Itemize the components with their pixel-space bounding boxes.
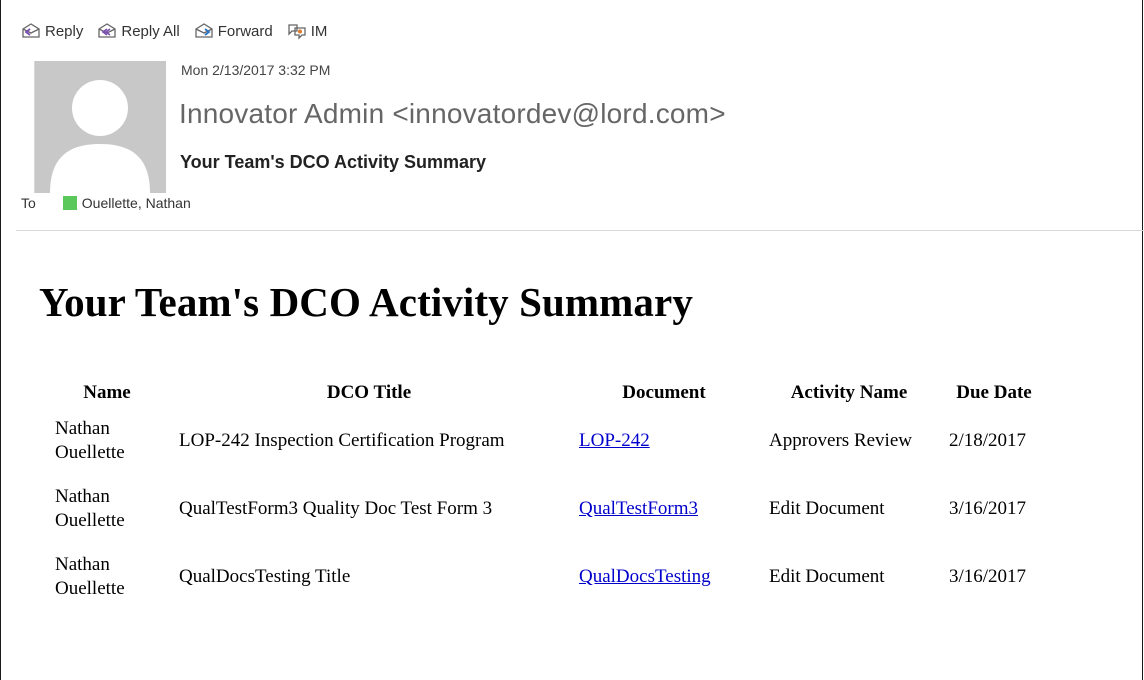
reply-all-icon	[98, 23, 117, 38]
document-link[interactable]: LOP-242	[579, 430, 650, 451]
cell-name: Nathan Ouellette	[55, 554, 125, 599]
cell-due-date: 2/18/2017	[949, 430, 1027, 451]
cell-dco-title: QualDocsTesting Title	[179, 566, 351, 587]
person-placeholder-icon	[50, 80, 150, 193]
sender-avatar	[25, 61, 166, 193]
cell-activity-name: Edit Document	[769, 566, 885, 587]
recipients-row: To Ouellette, Nathan	[21, 195, 191, 211]
reply-icon	[22, 23, 40, 38]
cell-activity-name: Edit Document	[769, 498, 885, 519]
reply-label: Reply	[45, 22, 84, 40]
table-row: Nathan Ouellette LOP-242 Inspection Cert…	[45, 412, 1049, 480]
email-reading-pane: Reply Reply All Forward IM Mon 2/13/2017…	[0, 0, 1144, 680]
instant-message-icon	[288, 24, 306, 40]
cell-dco-title: LOP-242 Inspection Certification Program	[179, 430, 505, 451]
header-divider	[16, 230, 1144, 231]
cell-due-date: 3/16/2017	[949, 566, 1027, 587]
cell-dco-title: QualTestForm3 Quality Doc Test Form 3	[179, 498, 493, 519]
message-toolbar: Reply Reply All Forward IM	[21, 18, 341, 44]
im-button[interactable]: IM	[287, 22, 328, 40]
cell-name: Nathan Ouellette	[55, 486, 125, 531]
column-header-activity-name: Activity Name	[790, 382, 908, 403]
sent-date: Mon 2/13/2017 3:32 PM	[181, 62, 331, 78]
column-header-dco-title: DCO Title	[326, 382, 412, 403]
reply-button[interactable]: Reply	[21, 23, 83, 40]
reply-all-button[interactable]: Reply All	[97, 22, 180, 40]
forward-button[interactable]: Forward	[194, 23, 273, 40]
reply-all-label: Reply All	[121, 22, 180, 40]
activity-table: Name DCO Title Document Activity Name Du…	[45, 372, 1049, 616]
im-label: IM	[310, 22, 328, 40]
message-subject: Your Team's DCO Activity Summary	[180, 152, 487, 172]
column-header-document: Document	[622, 382, 706, 403]
presence-status-icon	[62, 196, 77, 210]
column-header-name: Name	[83, 382, 131, 403]
column-header-due-date: Due Date	[956, 382, 1032, 403]
email-body-title: Your Team's DCO Activity Summary	[39, 279, 693, 325]
to-label: To	[21, 195, 36, 211]
cell-due-date: 3/16/2017	[949, 498, 1027, 519]
forward-label: Forward	[217, 22, 273, 40]
table-row: Nathan Ouellette QualDocsTesting Title Q…	[45, 548, 1049, 616]
recipient-name[interactable]: Ouellette, Nathan	[82, 195, 191, 211]
document-link[interactable]: QualDocsTesting	[579, 566, 711, 587]
cell-activity-name: Approvers Review	[769, 430, 912, 451]
sender-name[interactable]: Innovator Admin <innovatordev@lord.com>	[179, 98, 726, 130]
forward-icon	[195, 23, 213, 38]
document-link[interactable]: QualTestForm3	[579, 498, 698, 519]
cell-name: Nathan Ouellette	[55, 418, 125, 463]
table-row: Nathan Ouellette QualTestForm3 Quality D…	[45, 480, 1049, 548]
table-header-row: Name DCO Title Document Activity Name Du…	[45, 372, 1049, 412]
